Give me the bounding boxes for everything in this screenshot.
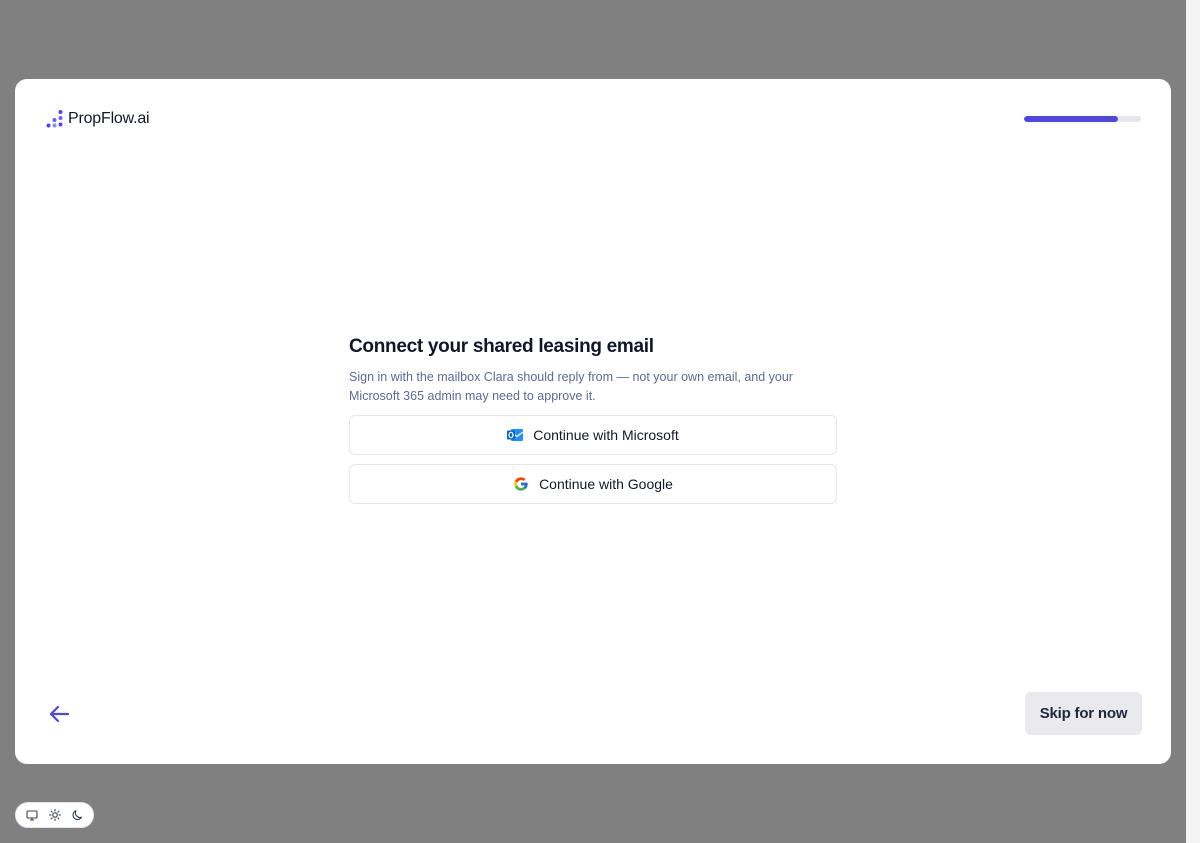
back-button[interactable] (47, 703, 71, 725)
arrow-left-icon (49, 705, 70, 723)
page-scrollbar[interactable] (1186, 0, 1200, 843)
theme-system-button[interactable] (22, 805, 42, 825)
outlook-icon (507, 428, 524, 442)
google-icon (513, 476, 529, 492)
connect-email-section: Connect your shared leasing email Sign i… (349, 335, 837, 504)
continue-with-microsoft-button[interactable]: Continue with Microsoft (349, 415, 837, 455)
continue-with-google-button[interactable]: Continue with Google (349, 464, 837, 504)
monitor-icon (25, 809, 38, 821)
onboarding-modal: PropFlow.ai Connect your shared leasing … (15, 79, 1171, 764)
sun-icon (48, 809, 61, 821)
brand-name: PropFlow.ai (68, 110, 150, 127)
moon-icon (72, 810, 82, 821)
onboarding-progress-bar (1024, 116, 1141, 122)
logo-dots-icon (46, 110, 63, 128)
theme-switcher (15, 802, 94, 828)
progress-bar-fill (1024, 116, 1118, 122)
continue-with-google-label: Continue with Google (539, 476, 673, 492)
continue-with-microsoft-label: Continue with Microsoft (533, 427, 679, 443)
page-title: Connect your shared leasing email (349, 336, 654, 357)
brand-logo: PropFlow.ai (46, 109, 150, 129)
skip-for-now-button[interactable]: Skip for now (1025, 692, 1142, 735)
theme-dark-button[interactable] (68, 805, 88, 825)
theme-light-button[interactable] (45, 805, 65, 825)
page-subtitle: Sign in with the mailbox Clara should re… (349, 370, 793, 403)
